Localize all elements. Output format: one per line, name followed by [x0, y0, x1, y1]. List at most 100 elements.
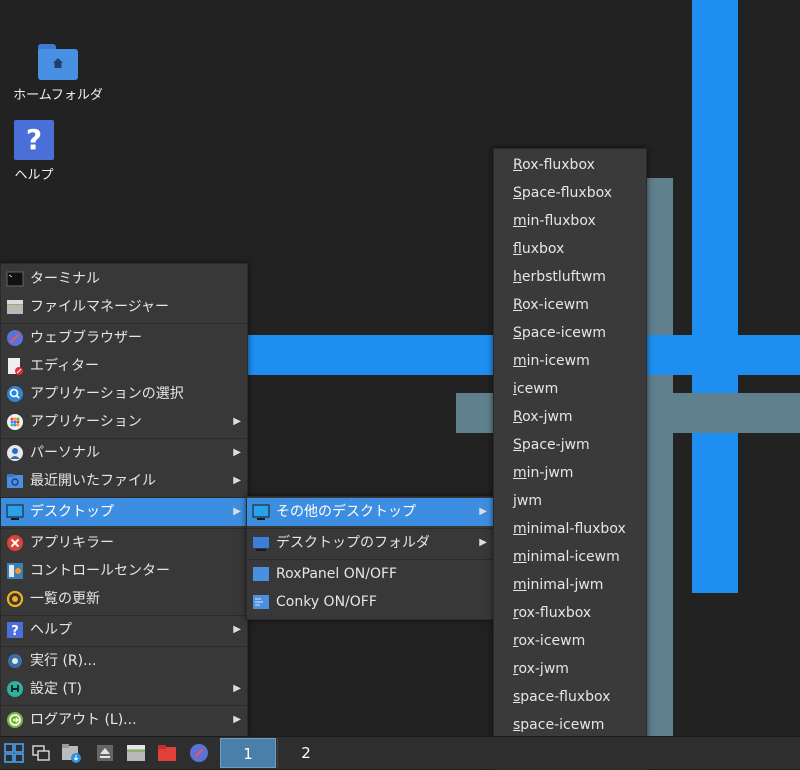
other-desktop-item[interactable]: min-icewm [494, 347, 646, 375]
menu-item-control-center[interactable]: コントロールセンター [1, 557, 247, 585]
desktop-submenu: その他のデスクトップ ▶ デスクトップのフォルダ ▶ RoxPanel ON/O… [246, 496, 494, 620]
other-desktop-item[interactable]: min-jwm [494, 459, 646, 487]
menu-item-help[interactable]: ? ヘルプ ▶ [1, 616, 247, 644]
other-desktop-item[interactable]: Space-fluxbox [494, 179, 646, 207]
help-icon: ? [7, 622, 23, 639]
menu-item-label: jwm [513, 493, 542, 509]
desktop-icon-label: ホームフォルダ [13, 88, 103, 103]
submenu-arrow-icon: ▶ [233, 416, 241, 427]
menu-item-settings[interactable]: 設定 (T) ▶ [1, 675, 247, 703]
desktop-icon-home-folder[interactable]: ホームフォルダ [6, 44, 110, 103]
menu-item-label: Conky ON/OFF [276, 594, 377, 610]
main-menu: ターミナル ファイルマネージャー ウェブブラウザー エディター アプリケーション… [0, 263, 248, 737]
settings-icon [7, 681, 23, 697]
file-manager-icon[interactable] [125, 742, 147, 764]
menu-item-label: パーソナル [30, 445, 100, 461]
submenu-arrow-icon: ▶ [233, 683, 241, 694]
desktop-icon-help[interactable]: ? ヘルプ [6, 120, 62, 183]
download-folder-icon[interactable] [60, 742, 82, 764]
other-desktop-item[interactable]: minimal-jwm [494, 571, 646, 599]
other-desktops-submenu: Rox-fluxbox Space-fluxbox min-fluxbox fluxb… [493, 148, 647, 770]
menu-item-terminal[interactable]: ターミナル [1, 265, 247, 293]
other-desktop-item[interactable]: space-fluxbox [494, 683, 646, 711]
other-desktop-item[interactable]: minimal-icewm [494, 543, 646, 571]
eject-icon[interactable] [94, 742, 116, 764]
menu-item-label: アプリケーション [30, 414, 142, 430]
submenu-arrow-icon: ▶ [233, 506, 241, 517]
app-menu-icon[interactable] [3, 742, 25, 764]
menu-item-label: デスクトップ [30, 504, 114, 520]
menu-item-editor[interactable]: エディター [1, 352, 247, 380]
menu-item-label: ウェブブラウザー [30, 330, 142, 346]
menu-item-recent-files[interactable]: 最近開いたファイル ▶ [1, 467, 247, 495]
other-desktop-item[interactable]: rox-icewm [494, 627, 646, 655]
menu-item-desktop[interactable]: デスクトップ ▶ [1, 498, 247, 526]
menu-item-label: minimal-icewm [513, 549, 620, 565]
red-folder-icon[interactable] [156, 742, 178, 764]
menu-item-label: icewm [513, 381, 559, 397]
menu-item-logout[interactable]: ログアウト (L)... ▶ [1, 706, 247, 734]
personal-icon [7, 445, 23, 461]
workspace-2-button[interactable]: 2 [277, 738, 334, 768]
desktop-folder-icon [253, 537, 269, 551]
other-desktop-item[interactable]: Space-icewm [494, 319, 646, 347]
other-desktop-item[interactable]: min-fluxbox [494, 207, 646, 235]
desktop-icon [252, 504, 270, 520]
menu-item-run[interactable]: 実行 (R)... [1, 647, 247, 675]
other-desktop-item[interactable]: Rox-icewm [494, 291, 646, 319]
submenu-arrow-icon: ▶ [479, 537, 487, 548]
menu-item-personal[interactable]: パーソナル ▶ [1, 439, 247, 467]
menu-item-app-finder[interactable]: アプリケーションの選択 [1, 380, 247, 408]
other-desktop-item[interactable]: rox-fluxbox [494, 599, 646, 627]
menu-item-label: ログアウト (L)... [30, 712, 137, 728]
submenu-item-other-desktops[interactable]: その他のデスクトップ ▶ [247, 498, 493, 526]
menu-item-label: space-icewm [513, 717, 605, 733]
menu-item-refresh[interactable]: 一覧の更新 [1, 585, 247, 613]
other-desktop-item[interactable]: rox-jwm [494, 655, 646, 683]
menu-item-label: Rox-icewm [513, 297, 589, 313]
other-desktop-item[interactable]: Space-jwm [494, 431, 646, 459]
menu-item-label: rox-fluxbox [513, 605, 592, 621]
web-browser-icon[interactable] [188, 742, 210, 764]
other-desktop-item[interactable]: minimal-fluxbox [494, 515, 646, 543]
editor-icon [8, 358, 23, 375]
wallpaper-blue-vertical-bar [692, 0, 738, 593]
conky-icon [253, 595, 269, 609]
other-desktop-item[interactable]: herbstluftwm [494, 263, 646, 291]
panel-icon [253, 567, 269, 581]
svg-text:?: ? [11, 624, 19, 639]
other-desktop-item[interactable]: jwm [494, 487, 646, 515]
logout-icon [7, 712, 23, 728]
applications-icon [7, 414, 23, 430]
control-center-icon [7, 563, 23, 579]
taskbar: 1 2 [0, 736, 800, 769]
web-browser-icon [7, 330, 23, 346]
menu-item-label: 最近開いたファイル [30, 473, 156, 489]
other-desktop-item[interactable]: Rox-fluxbox [494, 151, 646, 179]
menu-item-label: min-fluxbox [513, 213, 596, 229]
desktop-icon-label: ヘルプ [14, 168, 54, 183]
menu-item-app-killer[interactable]: アプリキラー [1, 529, 247, 557]
submenu-item-roxpanel-toggle[interactable]: RoxPanel ON/OFF [247, 560, 493, 588]
menu-item-applications[interactable]: アプリケーション ▶ [1, 408, 247, 436]
menu-item-web-browser[interactable]: ウェブブラウザー [1, 324, 247, 352]
app-killer-icon [7, 535, 23, 551]
other-desktop-item[interactable]: Rox-jwm [494, 403, 646, 431]
workspace-1-button[interactable]: 1 [220, 738, 276, 768]
menu-item-label: 一覧の更新 [30, 591, 100, 607]
submenu-arrow-icon: ▶ [233, 624, 241, 635]
menu-item-label: fluxbox [513, 241, 565, 257]
menu-item-file-manager[interactable]: ファイルマネージャー [1, 293, 247, 321]
submenu-arrow-icon: ▶ [233, 714, 241, 725]
menu-item-label: rox-jwm [513, 661, 569, 677]
submenu-item-desktop-folder[interactable]: デスクトップのフォルダ ▶ [247, 529, 493, 557]
menu-item-label: アプリケーションの選択 [30, 386, 184, 402]
window-list-icon[interactable] [30, 742, 52, 764]
refresh-icon [6, 590, 24, 608]
other-desktop-item[interactable]: fluxbox [494, 235, 646, 263]
other-desktop-item[interactable]: icewm [494, 375, 646, 403]
menu-item-label: コントロールセンター [30, 563, 170, 579]
submenu-item-conky-toggle[interactable]: Conky ON/OFF [247, 588, 493, 616]
menu-item-label: min-jwm [513, 465, 574, 481]
other-desktop-item[interactable]: space-icewm [494, 711, 646, 739]
